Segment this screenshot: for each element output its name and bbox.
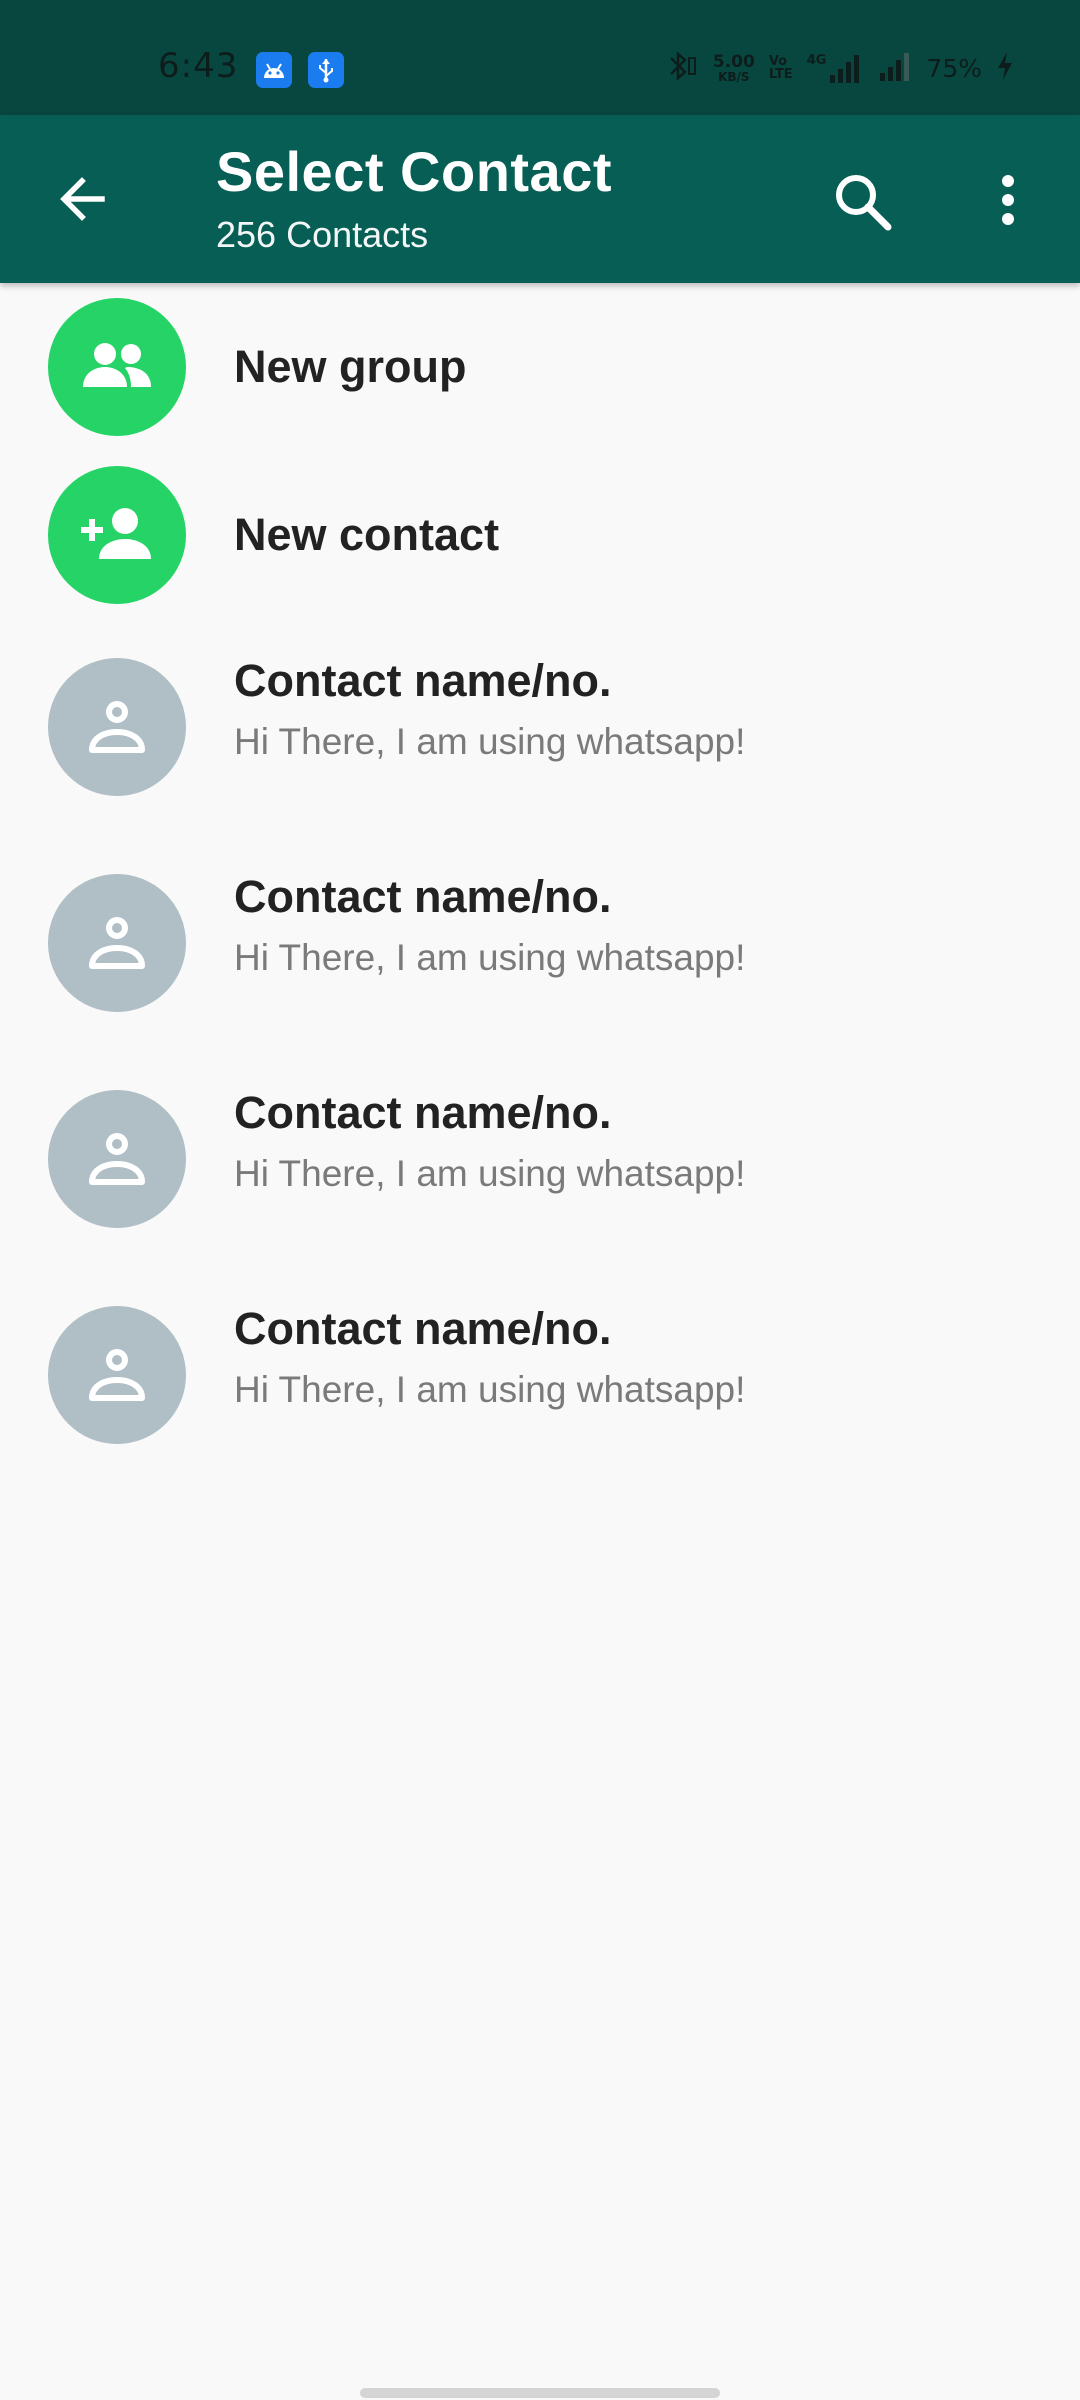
contact-name: Contact name/no. bbox=[234, 1087, 612, 1138]
person-icon bbox=[89, 1349, 145, 1401]
contact-item[interactable]: Contact name/no. Hi There, I am using wh… bbox=[0, 865, 1080, 1041]
contact-avatar bbox=[48, 874, 186, 1012]
back-button[interactable] bbox=[52, 167, 116, 231]
contact-status: Hi There, I am using whatsapp! bbox=[234, 1153, 746, 1194]
header-titles: Select Contact 256 Contacts bbox=[216, 139, 612, 256]
new-contact-label: New contact bbox=[234, 509, 500, 560]
status-time: 6:43 bbox=[158, 46, 239, 86]
contact-status: Hi There, I am using whatsapp! bbox=[234, 1369, 746, 1410]
bluetooth-icon bbox=[663, 48, 699, 89]
person-icon bbox=[89, 701, 145, 753]
charging-icon bbox=[996, 51, 1014, 86]
app-bar: Select Contact 256 Contacts bbox=[0, 115, 1080, 283]
more-options-button[interactable] bbox=[980, 167, 1036, 237]
volte-indicator: Vo LTE bbox=[768, 54, 793, 82]
contact-item[interactable]: Contact name/no. Hi There, I am using wh… bbox=[0, 1297, 1080, 1473]
signal-4g-icon: 4G bbox=[807, 53, 865, 83]
usb-notification-icon bbox=[308, 52, 344, 88]
contact-avatar bbox=[48, 1090, 186, 1228]
contact-name: Contact name/no. bbox=[234, 655, 612, 706]
person-icon bbox=[89, 917, 145, 969]
contact-status: Hi There, I am using whatsapp! bbox=[234, 937, 746, 978]
network-speed: 5.00 KB/S bbox=[712, 51, 755, 84]
android-notification-icon bbox=[256, 52, 292, 88]
contacts-count: 256 Contacts bbox=[216, 214, 429, 255]
page-title: Select Contact bbox=[216, 140, 612, 203]
group-icon bbox=[48, 298, 186, 436]
battery-level: 75% bbox=[926, 53, 982, 83]
contact-avatar bbox=[48, 658, 186, 796]
status-bar: 6:43 5.00 KB/S Vo LTE 4G 75% bbox=[0, 0, 1080, 115]
home-indicator[interactable] bbox=[360, 2388, 720, 2398]
signal-icon bbox=[878, 51, 912, 86]
contact-item[interactable]: Contact name/no. Hi There, I am using wh… bbox=[0, 1081, 1080, 1257]
arrow-back-icon bbox=[60, 177, 105, 221]
contact-name: Contact name/no. bbox=[234, 1303, 612, 1354]
contact-avatar bbox=[48, 1306, 186, 1444]
search-icon bbox=[836, 175, 892, 231]
contact-item[interactable]: Contact name/no. Hi There, I am using wh… bbox=[0, 649, 1080, 825]
person-icon bbox=[89, 1133, 145, 1185]
contact-status: Hi There, I am using whatsapp! bbox=[234, 721, 746, 762]
new-group-label: New group bbox=[234, 341, 467, 392]
search-button[interactable] bbox=[828, 167, 898, 237]
add-person-icon bbox=[48, 466, 186, 604]
new-group-item[interactable]: New group bbox=[0, 283, 1080, 451]
new-contact-item[interactable]: New contact bbox=[0, 451, 1080, 619]
more-vert-icon bbox=[1002, 175, 1014, 225]
contact-name: Contact name/no. bbox=[234, 871, 612, 922]
